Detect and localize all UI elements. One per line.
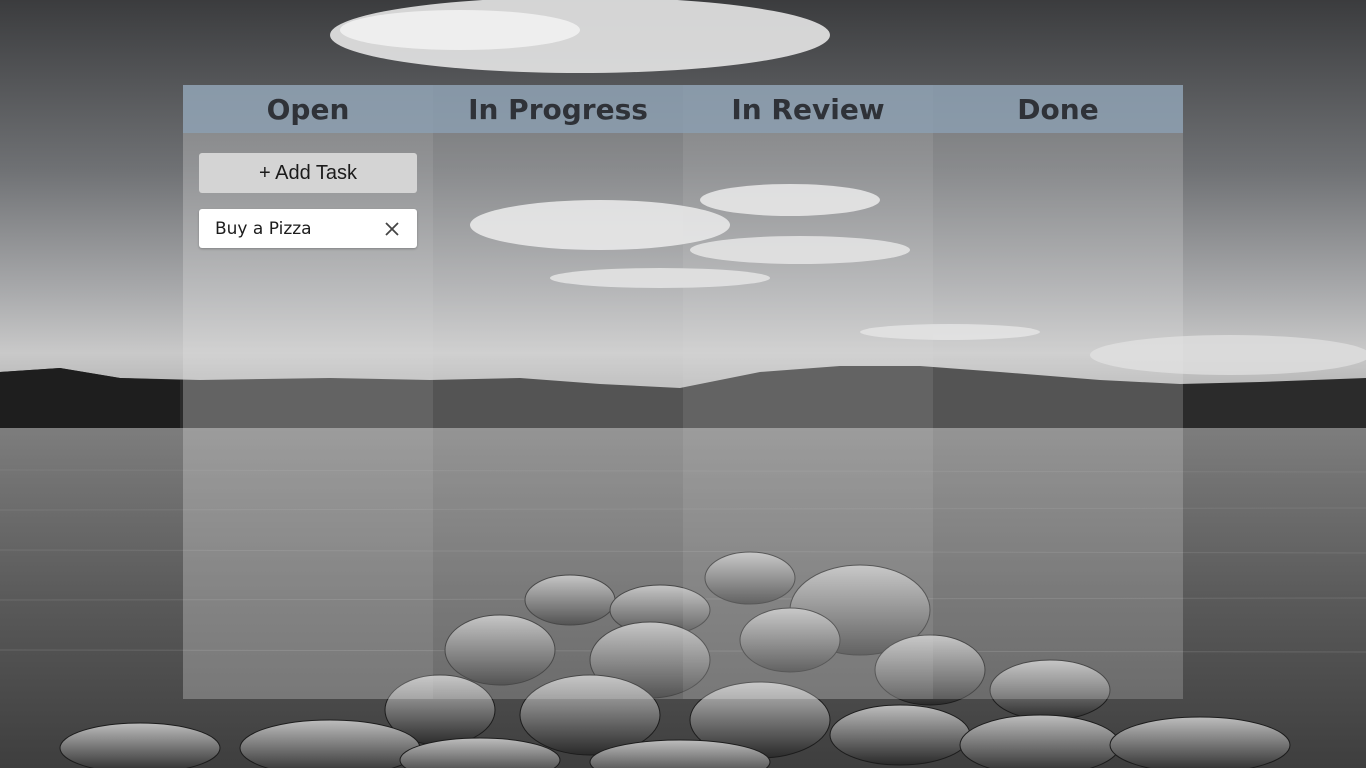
column-header-open: Open xyxy=(183,85,433,133)
column-header-in-review: In Review xyxy=(683,85,933,133)
task-text: Buy a Pizza xyxy=(215,218,312,239)
task-card[interactable]: Buy a Pizza xyxy=(199,209,417,248)
column-header-done: Done xyxy=(933,85,1183,133)
column-in-progress: In Progress xyxy=(433,85,683,699)
close-icon[interactable] xyxy=(383,220,401,238)
column-title-open: Open xyxy=(266,92,350,126)
column-done: Done xyxy=(933,85,1183,699)
column-open: Open + Add Task Buy a Pizza xyxy=(183,85,433,699)
add-task-button[interactable]: + Add Task xyxy=(199,153,417,193)
column-title-done: Done xyxy=(1017,92,1099,126)
column-title-in-progress: In Progress xyxy=(468,92,648,126)
column-header-in-progress: In Progress xyxy=(433,85,683,133)
column-in-review: In Review xyxy=(683,85,933,699)
column-title-in-review: In Review xyxy=(731,92,885,126)
kanban-board: Open + Add Task Buy a Pizza In Progress … xyxy=(183,85,1183,699)
